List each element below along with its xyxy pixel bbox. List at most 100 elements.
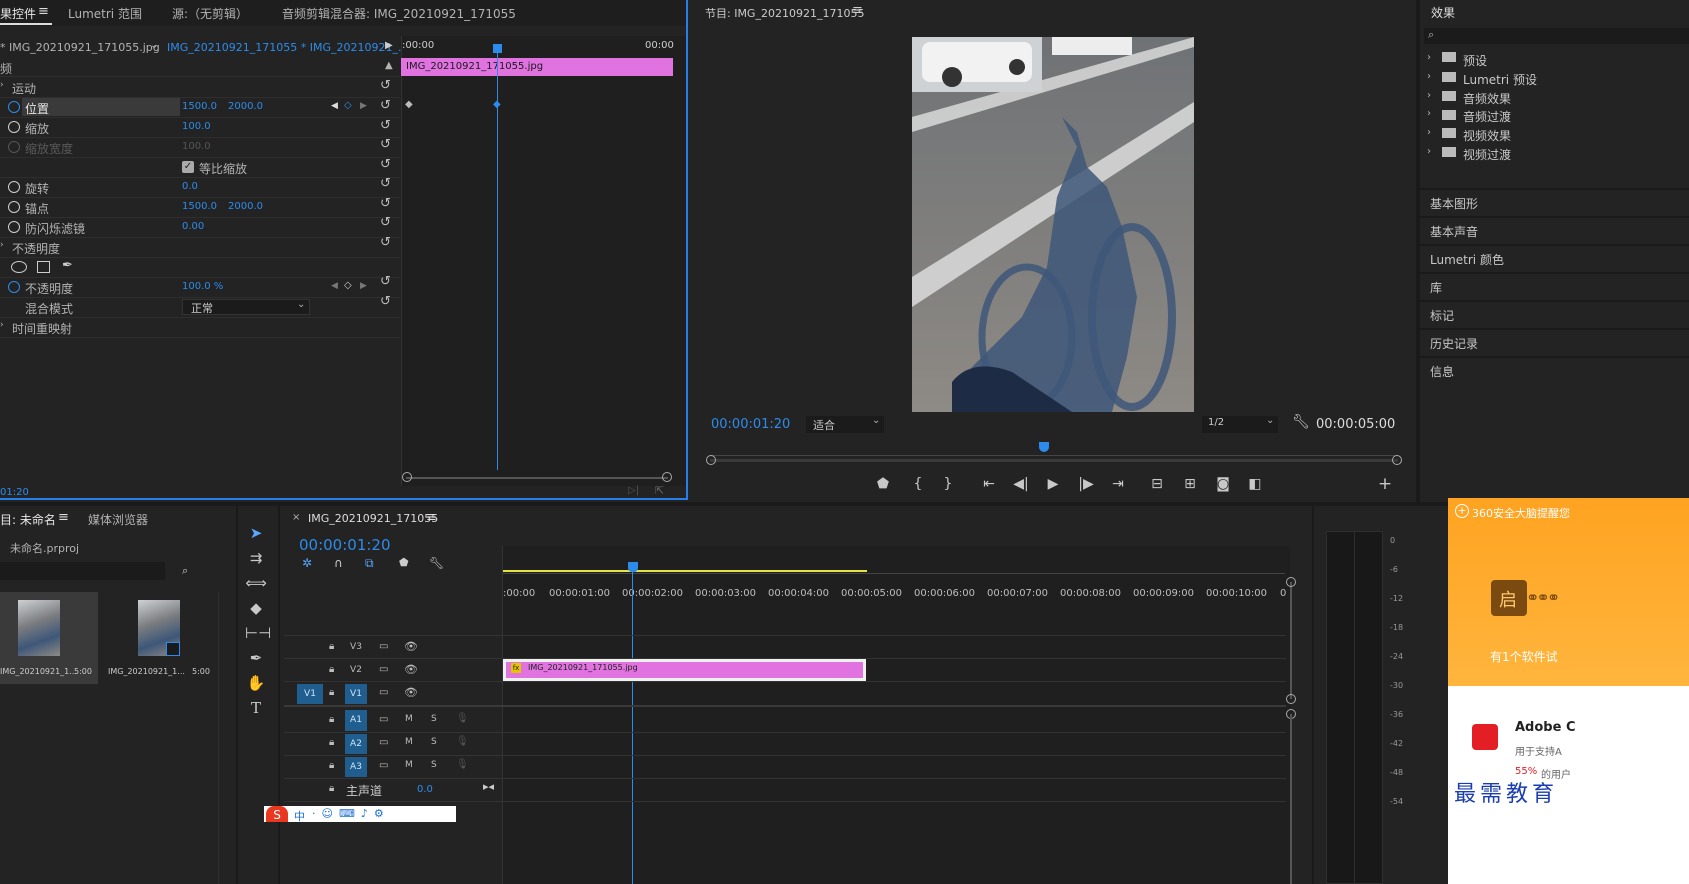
eye-icon[interactable]: 👁︎ (404, 640, 418, 653)
effects-title[interactable]: 效果 (1431, 4, 1455, 21)
mute-button[interactable]: M (405, 760, 413, 770)
add-button-icon[interactable]: + (1376, 476, 1394, 493)
effects-item-audio-transitions[interactable]: 音频过渡 (1463, 108, 1511, 125)
go-to-in-icon[interactable]: ⇤ (980, 476, 998, 492)
ime-icons[interactable]: ·☺⌨♪⚙ (312, 807, 390, 820)
panel-menu-icon[interactable]: ≡ (852, 3, 863, 18)
panel-essential-sound[interactable]: 基本声音 (1420, 216, 1689, 243)
mini-playhead[interactable] (497, 44, 498, 470)
hand-tool-icon[interactable]: ✋ (245, 672, 267, 694)
clip-select[interactable]: * IMG_20210921_171055.jpg (0, 41, 160, 54)
position-x[interactable]: 1500.0 (182, 101, 217, 112)
anchor-y[interactable]: 2000.0 (228, 201, 263, 212)
timeline-vertical-scrollbar[interactable] (1290, 582, 1292, 699)
track-label-a2[interactable]: A2 (345, 734, 367, 754)
microphone-icon[interactable]: 🎙︎ (456, 736, 469, 747)
timeline-playhead-handle[interactable] (628, 562, 638, 572)
ime-mode[interactable]: 中 (294, 808, 305, 822)
program-video-frame[interactable] (912, 37, 1194, 412)
lock-icon[interactable]: 🔒︎ (329, 687, 334, 698)
sync-lock-icon[interactable]: ▭ (379, 714, 388, 725)
rotation-value[interactable]: 0.0 (182, 181, 198, 192)
reset-icon[interactable]: ↺ (380, 138, 394, 152)
fit-select[interactable]: 适合 ⌄ (806, 415, 884, 433)
tab-source[interactable]: 源:（无剪辑） (172, 5, 248, 22)
keyframe-icon[interactable]: ◆ (405, 99, 413, 110)
uniform-scale-checkbox[interactable]: ✓ (182, 161, 194, 173)
effect-timecode[interactable]: 01:20 (0, 487, 29, 498)
collapse-arrow-icon[interactable]: ▶ (385, 40, 393, 51)
prev-keyframe-icon[interactable]: ◀ (331, 281, 338, 291)
track-label-a3[interactable]: A3 (345, 757, 367, 777)
effects-item-presets[interactable]: 预设 (1463, 52, 1487, 69)
play-icon[interactable]: ▶ (1044, 476, 1062, 492)
chevron-down-icon[interactable]: ⌄ (150, 40, 158, 51)
eye-icon[interactable]: 👁︎ (404, 686, 418, 699)
source-patch-v1[interactable]: V1 (297, 684, 323, 704)
sequence-tab[interactable]: IMG_20210921_171055 (308, 512, 438, 525)
tab-effect-controls[interactable]: 果控件 (0, 5, 36, 22)
sync-lock-icon[interactable]: ▭ (379, 687, 388, 698)
twirl-icon[interactable]: › (0, 240, 4, 250)
add-marker-icon[interactable]: ⬟ (399, 556, 409, 569)
program-timecode[interactable]: 00:00:01:20 (711, 417, 790, 432)
share-icon[interactable]: ⇱ (655, 484, 664, 497)
tab-lumetri-scope[interactable]: Lumetri 范围 (68, 5, 142, 22)
lift-icon[interactable]: ⊟ (1148, 476, 1166, 492)
ellipse-mask-icon[interactable] (11, 261, 27, 273)
ripple-edit-tool-icon[interactable]: ⟺ (245, 572, 267, 594)
panel-history[interactable]: 历史记录 (1420, 328, 1689, 355)
track-label-v3[interactable]: V3 (345, 639, 367, 656)
track-label-a1[interactable]: A1 (345, 710, 367, 731)
sequence-select[interactable]: IMG_20210921_171055 * IMG_20210921_... (167, 41, 408, 54)
mark-in-icon[interactable]: { (909, 476, 927, 492)
position-y[interactable]: 2000.0 (228, 101, 263, 112)
tab-project[interactable]: 目: 未命名 (0, 511, 56, 528)
blend-mode-select[interactable]: 正常 ⌄ (182, 299, 310, 315)
go-to-out-icon[interactable]: ⇥ (1109, 476, 1127, 492)
reset-icon[interactable]: ↺ (380, 236, 394, 250)
prev-keyframe-icon[interactable]: ◀ (331, 101, 338, 111)
timeline-settings-icon[interactable]: 🔧︎ (429, 556, 444, 570)
timeline-clip[interactable]: fx IMG_20210921_171055.jpg (503, 659, 866, 681)
add-marker-icon[interactable]: ⬟ (874, 476, 892, 492)
timeline-playhead[interactable] (632, 566, 633, 884)
microphone-icon[interactable]: 🎙︎ (456, 759, 469, 770)
stopwatch-icon[interactable] (8, 121, 20, 133)
scroll-handle-icon[interactable] (1286, 577, 1296, 587)
stopwatch-icon[interactable] (8, 101, 20, 113)
anti-flicker-value[interactable]: 0.00 (182, 221, 204, 232)
nest-icon[interactable]: ✲ (302, 556, 312, 570)
lock-icon[interactable]: 🔒︎ (329, 783, 334, 794)
project-bin-item[interactable]: IMG_20210921_1... 5:00 (0, 592, 98, 684)
scroll-handle-icon[interactable] (1392, 455, 1402, 465)
chevron-right-icon[interactable]: › (1427, 108, 1431, 119)
comparison-view-icon[interactable]: ◧ (1246, 476, 1264, 492)
track-label-v2[interactable]: V2 (345, 662, 367, 679)
chevron-right-icon[interactable]: › (1427, 90, 1431, 101)
microphone-icon[interactable]: 🎙︎ (456, 713, 469, 724)
extract-icon[interactable]: ⊞ (1181, 476, 1199, 492)
mini-scrollbar[interactable] (406, 477, 668, 479)
chevron-right-icon[interactable]: › (1427, 52, 1431, 63)
program-scrubbar[interactable] (710, 459, 1398, 462)
project-search-input[interactable] (0, 562, 165, 580)
lock-icon[interactable]: 🔒︎ (329, 737, 334, 748)
solo-button[interactable]: S (431, 760, 437, 770)
close-icon[interactable]: × (292, 512, 300, 523)
anchor-x[interactable]: 1500.0 (182, 201, 217, 212)
scroll-handle-icon[interactable] (662, 472, 672, 482)
program-ruler[interactable] (710, 444, 1398, 456)
panel-libraries[interactable]: 库 (1420, 272, 1689, 299)
mute-button[interactable]: M (405, 737, 413, 747)
project-bin-item[interactable]: IMG_20210921_1... 5:00 (108, 592, 216, 684)
tab-menu-icon[interactable]: ≡ (58, 510, 69, 525)
lock-icon[interactable]: 🔒︎ (329, 664, 334, 675)
stopwatch-icon[interactable] (8, 281, 20, 293)
lock-icon[interactable]: 🔒︎ (329, 760, 334, 771)
next-keyframe-icon[interactable]: ▶ (360, 101, 367, 111)
sync-lock-icon[interactable]: ▭ (379, 760, 388, 771)
reset-icon[interactable]: ↺ (380, 216, 394, 230)
linked-selection-icon[interactable]: ⧉ (365, 556, 374, 571)
tab-audio-mixer[interactable]: 音频剪辑混合器: IMG_20210921_171055 (282, 5, 516, 22)
